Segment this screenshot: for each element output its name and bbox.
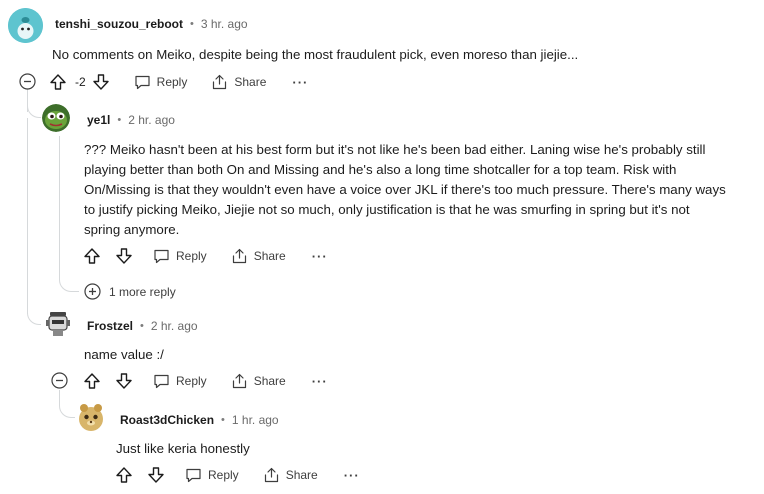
thread-connector xyxy=(27,100,41,118)
reply-button[interactable]: Reply xyxy=(153,248,207,264)
more-replies-label: 1 more reply xyxy=(109,284,176,299)
reply-label: Reply xyxy=(176,249,207,263)
more-options-icon[interactable]: ··· xyxy=(292,75,308,90)
timestamp[interactable]: 2 hr. ago xyxy=(128,113,175,127)
upvote-icon[interactable] xyxy=(115,466,133,484)
reply-icon xyxy=(154,249,169,264)
reply-button[interactable]: Reply xyxy=(153,373,207,389)
share-icon xyxy=(232,248,246,264)
downvote-icon[interactable] xyxy=(147,466,165,484)
comment-actions: Reply Share ··· xyxy=(83,244,328,268)
share-button[interactable]: Share xyxy=(211,74,266,90)
reply-icon xyxy=(186,468,201,483)
reply-label: Reply xyxy=(208,468,239,482)
comment-meta: tenshi_souzou_reboot • 3 hr. ago xyxy=(55,17,248,31)
comment-actions: Reply Share ··· xyxy=(115,463,360,487)
thread-connector xyxy=(59,396,75,418)
separator-dot: • xyxy=(117,114,122,126)
share-icon xyxy=(232,373,246,389)
plus-circle-icon xyxy=(84,283,101,300)
reply-icon xyxy=(154,374,169,389)
body-line: ??? Meiko hasn't been at his best form b… xyxy=(84,142,706,157)
more-options-icon[interactable]: ··· xyxy=(344,468,360,483)
body-line: spring anymore. xyxy=(84,222,180,237)
separator-dot: • xyxy=(140,320,144,332)
comment-body: Just like keria honestly xyxy=(116,441,250,456)
author-name[interactable]: ye1l xyxy=(87,113,110,127)
avatar[interactable] xyxy=(76,402,106,434)
thread-connector xyxy=(59,262,79,292)
collapse-icon[interactable] xyxy=(19,73,36,90)
avatar-icon xyxy=(8,8,43,43)
share-button[interactable]: Share xyxy=(231,248,286,264)
thread-line xyxy=(59,136,60,268)
share-label: Share xyxy=(253,374,286,388)
author-name[interactable]: tenshi_souzou_reboot xyxy=(55,17,183,31)
body-line: playing better than both On and Missing … xyxy=(84,162,677,177)
share-icon xyxy=(264,467,278,483)
downvote-icon[interactable] xyxy=(115,247,133,265)
reply-label: Reply xyxy=(156,75,188,89)
upvote-icon[interactable] xyxy=(49,73,67,91)
share-label: Share xyxy=(285,468,318,482)
reply-button[interactable]: Reply xyxy=(134,74,188,90)
share-label: Share xyxy=(234,75,267,89)
comment-actions: -2 Reply Share ··· xyxy=(49,70,308,94)
downvote-icon[interactable] xyxy=(92,73,110,91)
more-options-icon[interactable]: ··· xyxy=(312,374,328,389)
body-line: On/Missing is that they wouldn't even ha… xyxy=(84,182,726,197)
comment-body: No comments on Meiko, despite being the … xyxy=(52,47,579,62)
author-name[interactable]: Roast3dChicken xyxy=(120,413,214,427)
separator-dot: • xyxy=(190,18,194,30)
comment-meta: Frostzel • 2 hr. ago xyxy=(87,319,198,333)
collapse-icon[interactable] xyxy=(51,372,68,389)
reply-label: Reply xyxy=(176,374,207,388)
share-label: Share xyxy=(253,249,286,263)
avatar-icon xyxy=(76,402,106,434)
reply-button[interactable]: Reply xyxy=(185,467,239,483)
comment-actions: Reply Share ··· xyxy=(83,369,328,393)
more-replies-button[interactable]: 1 more reply xyxy=(84,283,176,300)
thread-connector xyxy=(27,303,41,325)
author-name[interactable]: Frostzel xyxy=(87,319,133,333)
separator-dot: • xyxy=(221,414,225,426)
comment-meta: Roast3dChicken • 1 hr. ago xyxy=(120,413,279,427)
avatar[interactable] xyxy=(42,104,70,132)
thread-line xyxy=(27,118,28,314)
share-button[interactable]: Share xyxy=(231,373,286,389)
upvote-icon[interactable] xyxy=(83,372,101,390)
upvote-icon[interactable] xyxy=(83,247,101,265)
more-options-icon[interactable]: ··· xyxy=(312,249,328,264)
share-icon xyxy=(213,74,227,90)
timestamp[interactable]: 1 hr. ago xyxy=(232,413,279,427)
comment-body: name value :/ xyxy=(84,347,164,362)
vote-score: -2 xyxy=(75,75,86,89)
comment-meta: ye1l • 2 hr. ago xyxy=(87,113,175,127)
share-button[interactable]: Share xyxy=(263,467,318,483)
avatar[interactable] xyxy=(8,8,43,43)
timestamp[interactable]: 2 hr. ago xyxy=(151,319,198,333)
avatar[interactable] xyxy=(44,309,72,339)
timestamp[interactable]: 3 hr. ago xyxy=(201,17,248,31)
avatar-icon xyxy=(44,309,72,339)
avatar-icon xyxy=(42,104,70,132)
reply-icon xyxy=(135,75,150,90)
downvote-icon[interactable] xyxy=(115,372,133,390)
body-line: to justify picking Meiko, Jiejie not so … xyxy=(84,202,690,217)
